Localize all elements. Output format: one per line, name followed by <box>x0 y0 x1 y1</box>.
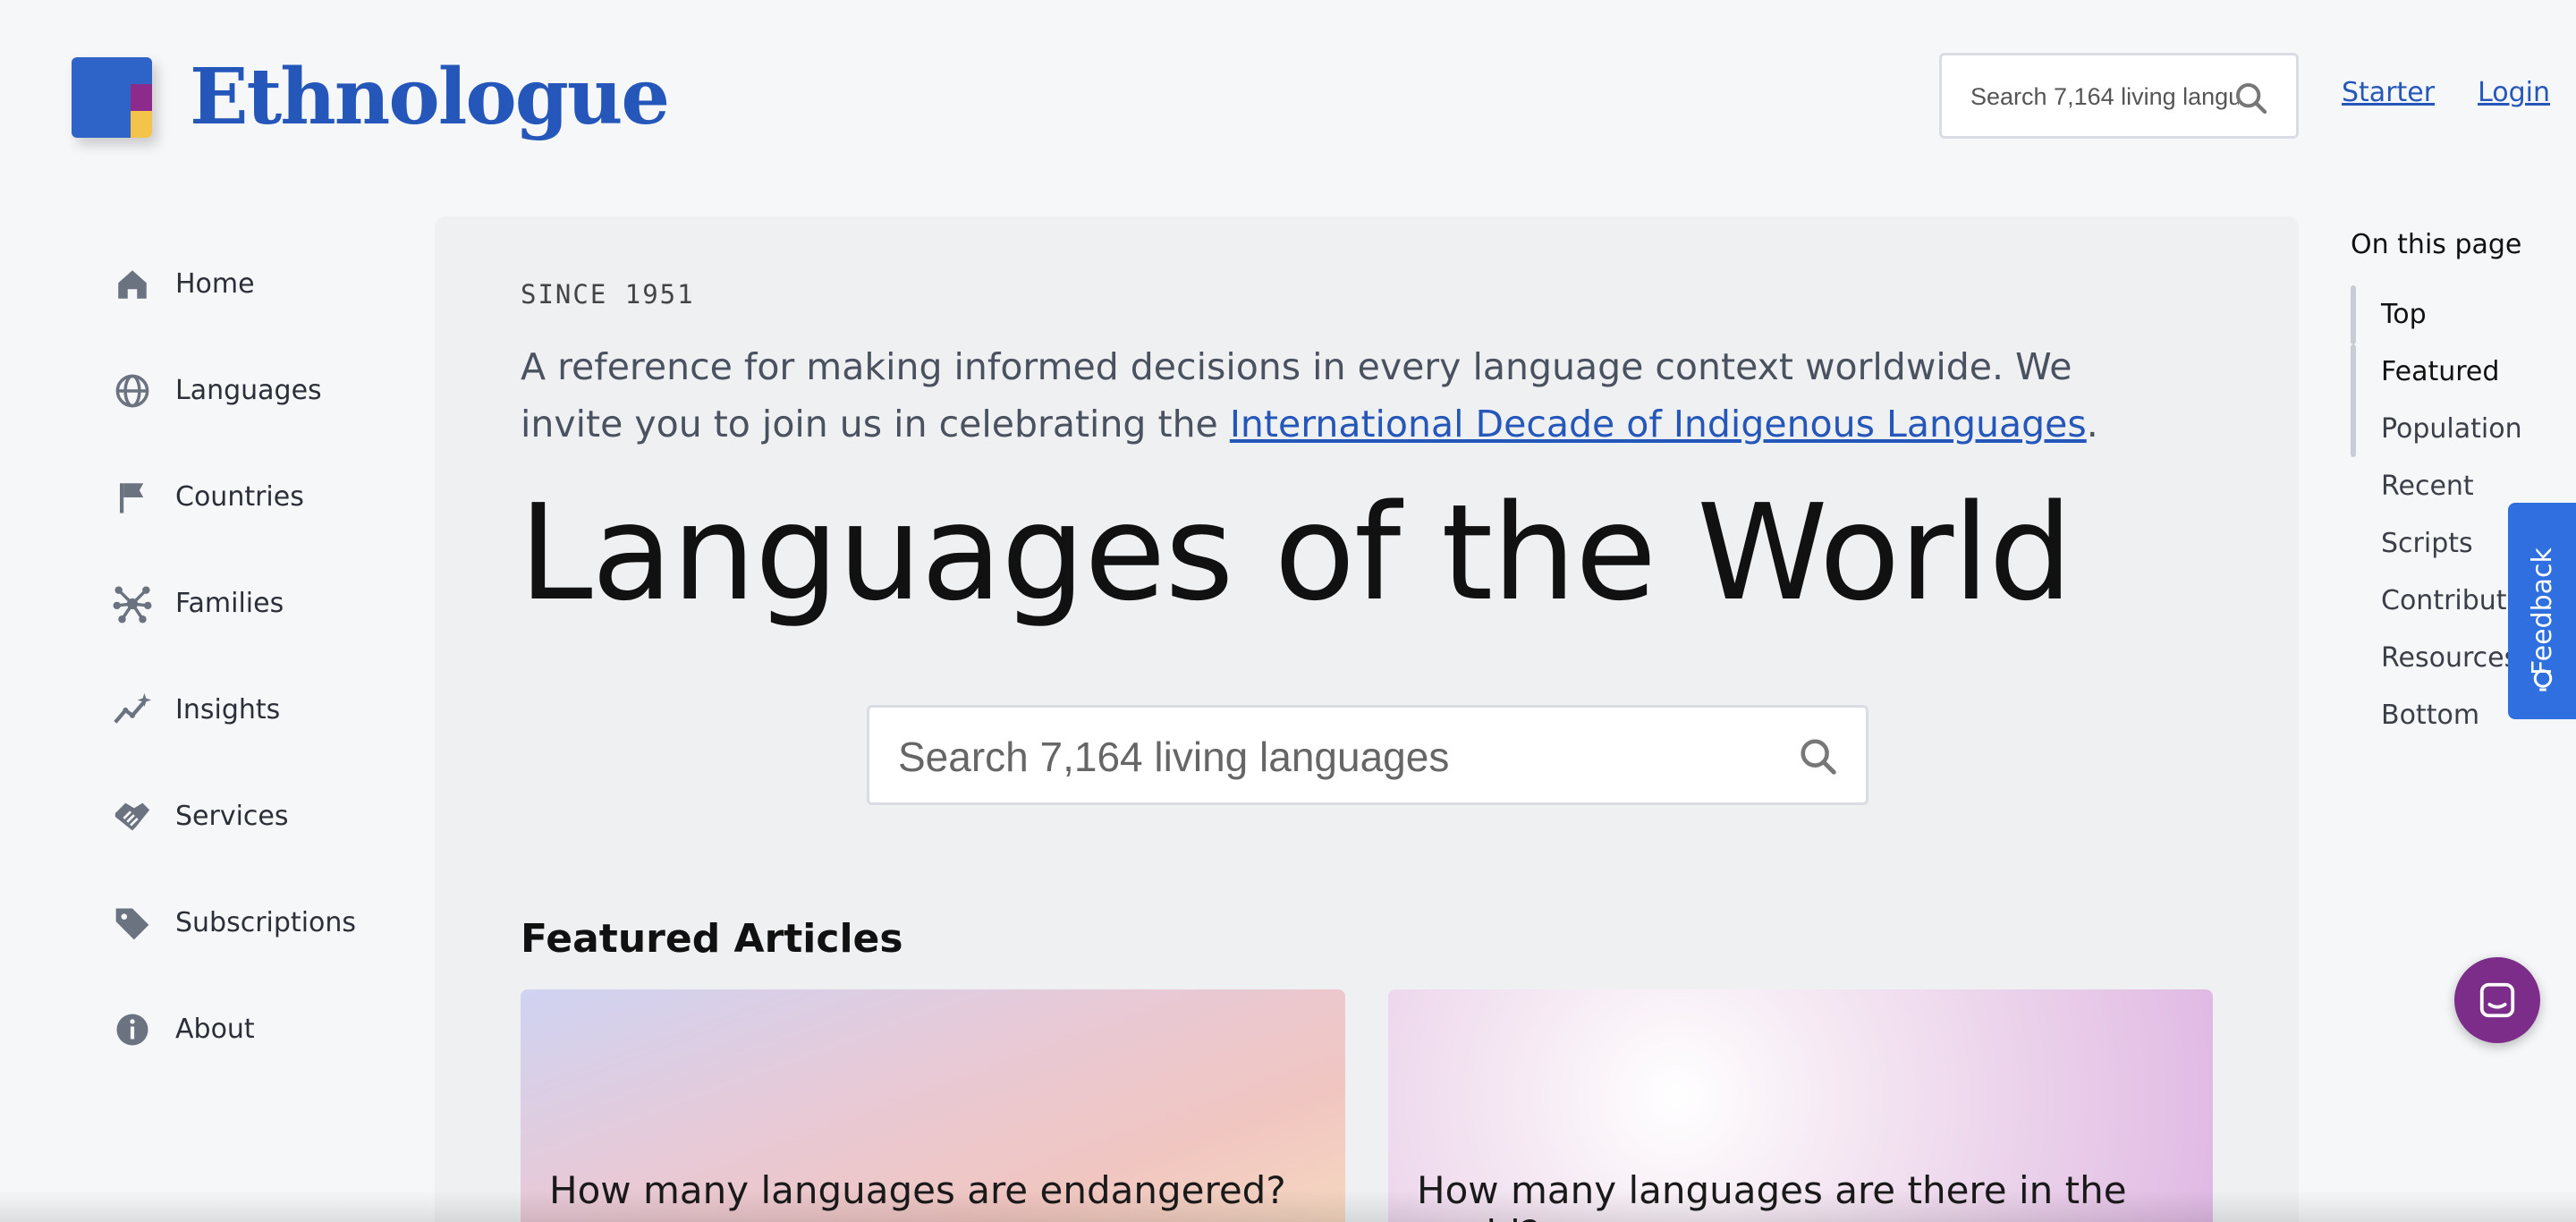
header-search-input[interactable] <box>1970 75 2239 118</box>
sidebar-nav: Home Languages Countries Families Insigh… <box>107 231 356 1082</box>
header-links: Starter Login <box>2342 77 2550 108</box>
indigenous-languages-link[interactable]: International Decade of Indigenous Langu… <box>1230 403 2087 446</box>
toc-indicator <box>2351 344 2356 457</box>
login-link[interactable]: Login <box>2478 77 2550 108</box>
sidebar-item-label: Services <box>175 801 289 832</box>
since-label: SINCE 1951 <box>521 279 695 310</box>
main-panel: SINCE 1951 A reference for making inform… <box>435 216 2299 1222</box>
chat-launcher-button[interactable] <box>2454 957 2540 1043</box>
header-search <box>1939 53 2299 139</box>
network-icon <box>107 579 157 629</box>
main-search <box>867 705 1868 805</box>
lightbulb-icon <box>2533 669 2553 692</box>
tag-icon <box>107 898 157 948</box>
sidebar-item-label: Languages <box>175 375 322 406</box>
sidebar-item-label: About <box>175 1014 255 1045</box>
feedback-label: Feedback <box>2526 547 2558 675</box>
logo-text: Ethnologue <box>190 52 670 142</box>
sidebar-item-label: Insights <box>175 694 281 726</box>
search-icon[interactable] <box>1798 736 1839 777</box>
search-icon[interactable] <box>2233 81 2269 116</box>
sidebar-item-insights[interactable]: Insights <box>107 657 356 763</box>
flag-icon <box>107 472 157 522</box>
globe-icon <box>107 366 157 416</box>
toc-item-population[interactable]: Population <box>2351 400 2548 457</box>
toc-item-featured[interactable]: Featured <box>2351 343 2548 400</box>
sidebar-item-services[interactable]: Services <box>107 763 356 870</box>
sidebar-item-label: Countries <box>175 481 304 513</box>
featured-card-endangered[interactable]: How many languages are endangered? <box>521 989 1345 1222</box>
page-title: Languages of the World <box>519 476 2072 630</box>
chat-icon <box>2479 982 2515 1018</box>
toc-item-top[interactable]: Top <box>2351 285 2548 343</box>
logo-mark-icon <box>72 56 152 138</box>
intro-text: A reference for making informed decision… <box>521 338 2148 453</box>
main-search-input[interactable] <box>898 731 1757 783</box>
sidebar-item-label: Subscriptions <box>175 907 357 938</box>
sidebar-item-subscriptions[interactable]: Subscriptions <box>107 870 356 976</box>
sidebar-item-about[interactable]: About <box>107 976 356 1082</box>
sidebar-item-label: Home <box>175 268 255 300</box>
site-logo[interactable]: Ethnologue <box>72 52 670 142</box>
sidebar-item-families[interactable]: Families <box>107 550 356 657</box>
toc-indicator <box>2351 285 2356 344</box>
sidebar-item-home[interactable]: Home <box>107 231 356 337</box>
sidebar-item-countries[interactable]: Countries <box>107 444 356 550</box>
handshake-icon <box>107 792 157 842</box>
featured-card-language-count[interactable]: How many languages are there in the worl… <box>1388 989 2213 1222</box>
toc-heading: On this page <box>2351 229 2522 260</box>
home-icon <box>107 259 157 310</box>
sidebar-item-label: Families <box>175 588 284 619</box>
starter-link[interactable]: Starter <box>2342 77 2435 108</box>
intro-text-end: . <box>2086 403 2098 446</box>
sparkle-chart-icon <box>107 685 157 735</box>
info-icon <box>107 1005 157 1055</box>
sidebar-item-languages[interactable]: Languages <box>107 337 356 444</box>
bottom-shadow <box>0 1190 2576 1222</box>
featured-heading: Featured Articles <box>521 916 903 962</box>
feedback-tab[interactable]: Feedback <box>2508 503 2576 719</box>
